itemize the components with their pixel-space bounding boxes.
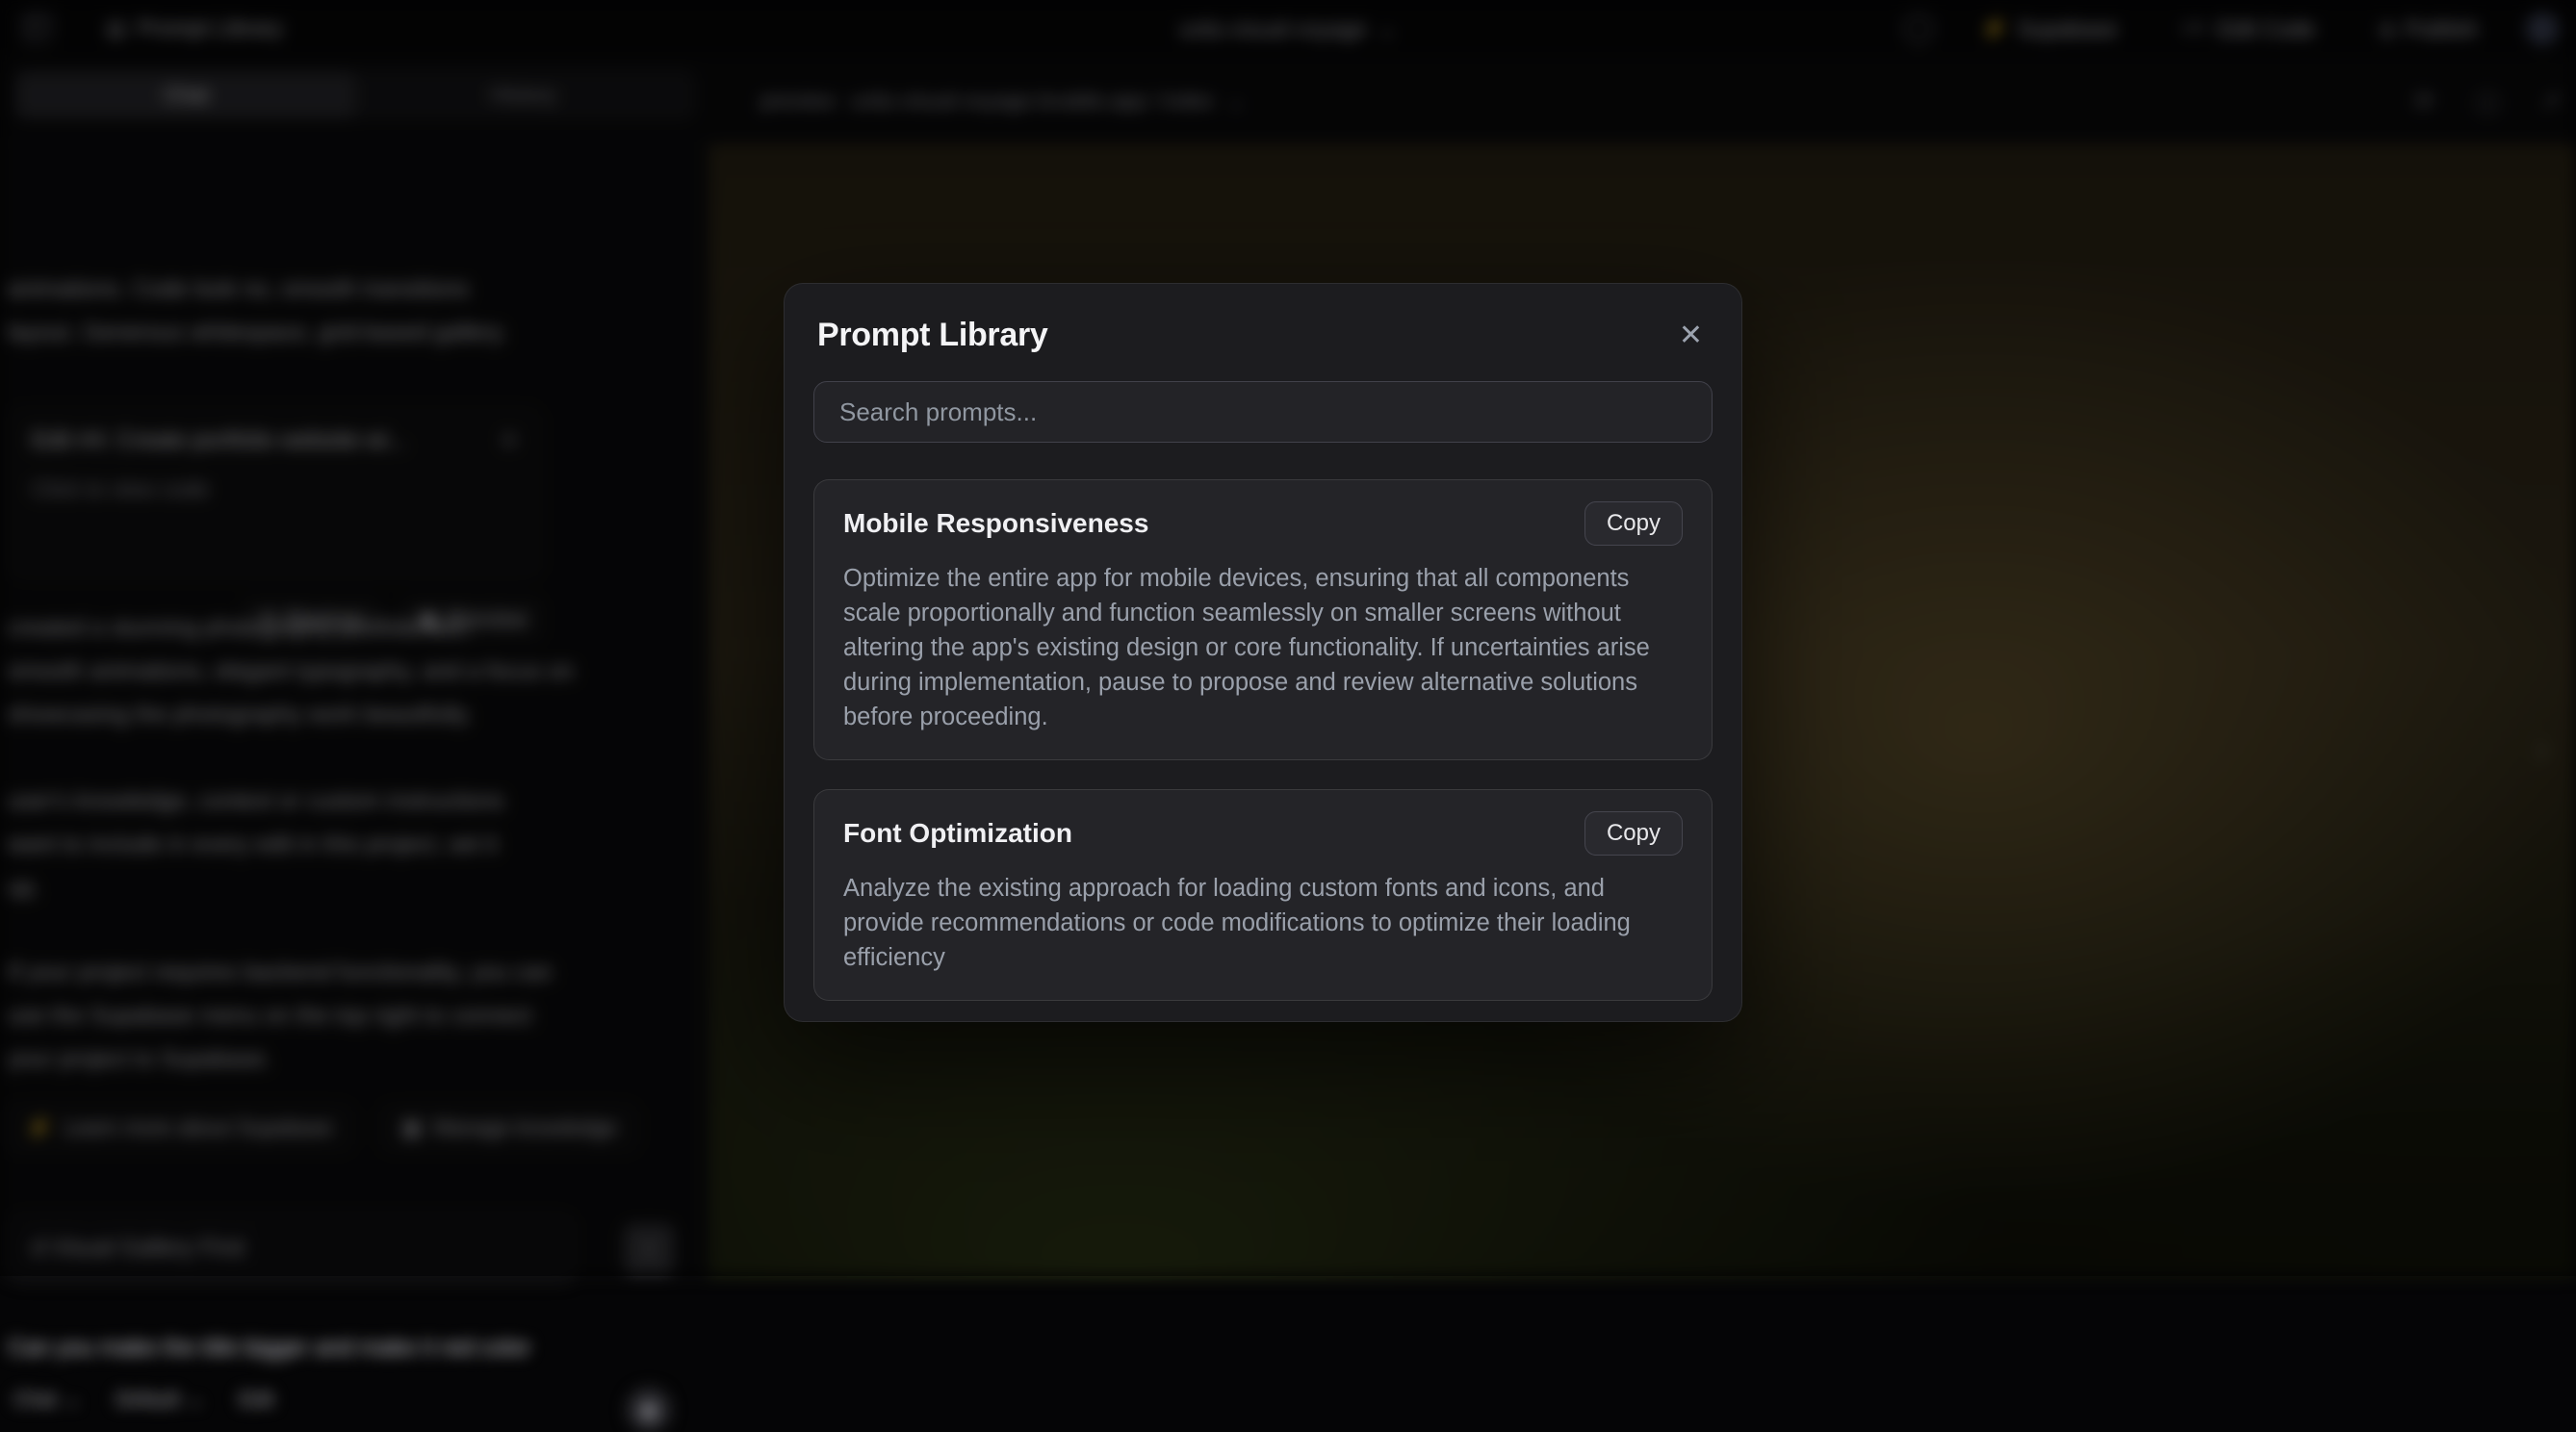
modal-header: Prompt Library ✕ [813,313,1713,354]
close-icon[interactable]: ✕ [1671,318,1711,354]
search-input[interactable] [813,381,1713,443]
user-message: Can you make the title bigger and make i… [0,1326,540,1369]
prompt-library-modal: Prompt Library ✕ Mobile Responsiveness C… [784,283,1742,1022]
copy-button[interactable]: Copy [1584,501,1683,546]
prompt-title: Font Optimization [843,818,1072,849]
chevron-down-icon: ⌄ [188,1388,205,1412]
composer-footer: Chat ⌄ Default ⌄ Edit ◉ [0,1388,709,1412]
mic-icon: ◉ [640,1398,657,1422]
model-default-dropdown[interactable]: Default ⌄ [116,1388,204,1412]
chevron-down-icon: ⌄ [64,1388,81,1412]
copy-button[interactable]: Copy [1584,811,1683,856]
mode-chat-dropdown[interactable]: Chat ⌄ [13,1388,81,1412]
voice-button[interactable]: ◉ [627,1388,671,1432]
modal-title: Prompt Library [817,317,1048,354]
edit-mode-toggle[interactable]: Edit [239,1389,273,1412]
prompt-card[interactable]: Font Optimization Copy Analyze the exist… [813,789,1713,1001]
prompt-card[interactable]: Mobile Responsiveness Copy Optimize the … [813,479,1713,760]
prompt-description: Analyze the existing approach for loadin… [843,871,1683,975]
prompt-description: Optimize the entire app for mobile devic… [843,561,1683,734]
prompt-title: Mobile Responsiveness [843,508,1148,539]
